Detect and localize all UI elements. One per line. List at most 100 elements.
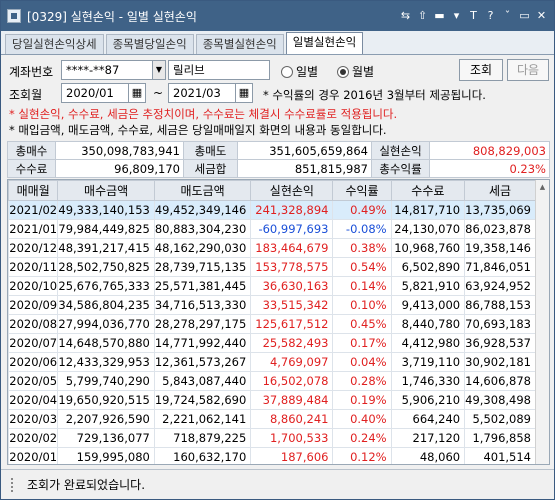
calendar-icon[interactable]: ▦ [235,83,253,103]
swap-icon[interactable]: ⇆ [399,8,412,24]
grid-header-row: 매매월 매수금액 매도금액 실현손익 수익률 수수료 세금 [8,180,536,201]
close-icon[interactable]: ✕ [535,8,548,24]
table-cell: 0.14% [332,276,392,296]
table-cell: 2020/04 [8,390,59,410]
total-buy-label: 총매수 [7,141,56,160]
tab-1[interactable]: 종목별당일손익 [105,34,194,54]
table-cell: 30,902,181 [464,352,536,372]
table-cell: 63,924,952 [464,276,536,296]
table-cell: 159,995,080 [57,447,155,464]
table-cell: 8,440,780 [390,314,466,334]
table-cell: 14,606,878 [464,371,536,391]
table-row[interactable]: 2020/02 729,136,077 718,879,225 1,700,533 0.… [8,428,536,448]
table-cell: 241,328,894 [250,200,334,220]
table-row[interactable]: 2020/10 25,676,765,333 25,571,381,445 36,63… [8,276,536,296]
table-cell: 48,162,290,030 [153,238,252,258]
return-value: 0.23% [429,159,550,178]
window-icon [7,9,21,23]
return-label: 총수익률 [371,159,430,178]
table-cell: 217,120 [390,428,466,448]
table-cell: 2020/05 [8,371,59,391]
help-icon[interactable]: ? [484,8,497,24]
grid-header-cell[interactable]: 실현손익 [250,180,334,201]
table-cell: 153,778,575 [250,257,334,277]
table-row[interactable]: 2020/04 19,650,920,515 19,724,582,690 37,88… [8,390,536,410]
table-cell: 5,502,089 [464,409,536,429]
grid-header-cell[interactable]: 매수금액 [57,180,155,201]
grid-header-cell[interactable]: 세금 [464,180,536,201]
pin-icon[interactable]: ⇧ [416,8,429,24]
to-month-input[interactable]: 2021/03 [168,83,236,103]
grid-header-cell[interactable]: 매매월 [8,180,59,201]
table-row[interactable]: 2020/08 27,994,036,770 28,278,297,175 125,6… [8,314,536,334]
table-cell: 2020/02 [8,428,59,448]
from-month-input[interactable]: 2020/01 [61,83,129,103]
grid-header-cell[interactable]: 매도금액 [153,180,252,201]
minimize-icon[interactable]: ˇ [501,8,514,24]
text-icon[interactable]: T [467,8,480,24]
table-cell: 183,464,679 [250,238,334,258]
account-number-input[interactable]: ****-**87 [61,60,153,80]
table-cell: 2,221,062,141 [153,409,252,429]
grip-icon [11,477,19,492]
table-cell: 9,413,000 [390,295,466,315]
maximize-icon[interactable]: ▭ [518,8,531,24]
radio-monthly-dot [337,65,349,78]
table-cell: 19,358,146 [464,238,536,258]
table-cell: 187,606 [250,447,334,464]
account-dropdown-button[interactable]: ▼ [152,60,166,80]
table-cell: 2020/12 [8,238,59,258]
calendar-icon[interactable]: ▦ [128,83,146,103]
table-row[interactable]: 2021/01 79,984,449,825 80,883,304,230 -60,9… [8,219,536,239]
table-row[interactable]: 2020/11 28,502,750,825 28,739,715,135 153,7… [8,257,536,277]
table-row[interactable]: 2021/02 49,333,140,153 49,452,349,146 241,3… [8,200,536,220]
table-cell: 80,883,304,230 [153,219,252,239]
tab-bar: 당일실현손익상세 종목별당일손익 종목별실현손익 일별실현손익 [1,31,554,55]
table-cell: 2020/07 [8,333,59,353]
next-button[interactable]: 다음 [507,59,549,81]
table-cell: 28,739,715,135 [153,257,252,277]
chevron-down-icon: ▼ [155,65,163,74]
tab-2[interactable]: 종목별실현손익 [195,34,284,54]
table-cell: 664,240 [390,409,466,429]
table-cell: 1,796,858 [464,428,536,448]
summary-table: 총매수 350,098,783,941 총매도 351,605,659,864 … [7,141,550,178]
table-cell: 49,333,140,153 [57,200,155,220]
table-row[interactable]: 2020/03 2,207,926,590 2,221,062,141 8,860,2… [8,409,536,429]
table-row[interactable]: 2020/09 34,586,804,235 34,716,513,330 33,51… [8,295,536,315]
tab-0[interactable]: 당일실현손익상세 [5,34,104,54]
period-label: 조회월 [9,88,43,102]
table-cell: 24,130,070 [390,219,466,239]
flag-icon[interactable]: ▾ [450,8,463,24]
table-cell: 0.54% [332,257,392,277]
table-cell: 6,502,890 [390,257,466,277]
query-button[interactable]: 조회 [459,59,503,81]
table-row[interactable]: 2020/12 48,391,217,415 48,162,290,030 183,4… [8,238,536,258]
table-cell: 14,817,710 [390,200,466,220]
realized-value: 808,829,003 [429,141,550,160]
vertical-scrollbar[interactable]: ▲ [535,180,549,464]
tab-3[interactable]: 일별실현손익 [285,32,364,54]
table-row[interactable]: 2020/06 12,433,329,953 12,361,573,267 4,769… [8,352,536,372]
table-cell: 70,693,183 [464,314,536,334]
radio-monthly[interactable]: 월별 [337,63,374,80]
table-cell: 160,632,170 [153,447,252,464]
table-cell: 4,769,097 [250,352,334,372]
table-cell: 34,586,804,235 [57,295,155,315]
monthly-pnl-grid[interactable]: 매매월 매수금액 매도금액 실현손익 수익률 수수료 세금 2021/02 49,333,14… [7,179,550,465]
table-cell: 14,648,570,880 [57,333,155,353]
table-row[interactable]: 2020/05 5,799,740,290 5,843,087,440 16,502,… [8,371,536,391]
fee-label: 수수료 [7,159,56,178]
table-cell: 4,412,980 [390,333,466,353]
table-row[interactable]: 2020/07 14,648,570,880 14,771,992,440 25,58… [8,333,536,353]
grid-header-cell[interactable]: 수수료 [390,180,466,201]
grid-header-cell[interactable]: 수익률 [332,180,392,201]
minus-underline-icon[interactable]: ▬ [433,8,446,24]
table-cell: 125,617,512 [250,314,334,334]
table-row[interactable]: 2020/01 159,995,080 160,632,170 187,606 0.12… [8,447,536,464]
radio-daily[interactable]: 일별 [281,63,318,80]
scroll-up-icon[interactable]: ▲ [536,180,549,194]
total-sell-value: 351,605,659,864 [237,141,372,160]
table-cell: 0.38% [332,238,392,258]
radio-daily-dot [281,65,293,78]
